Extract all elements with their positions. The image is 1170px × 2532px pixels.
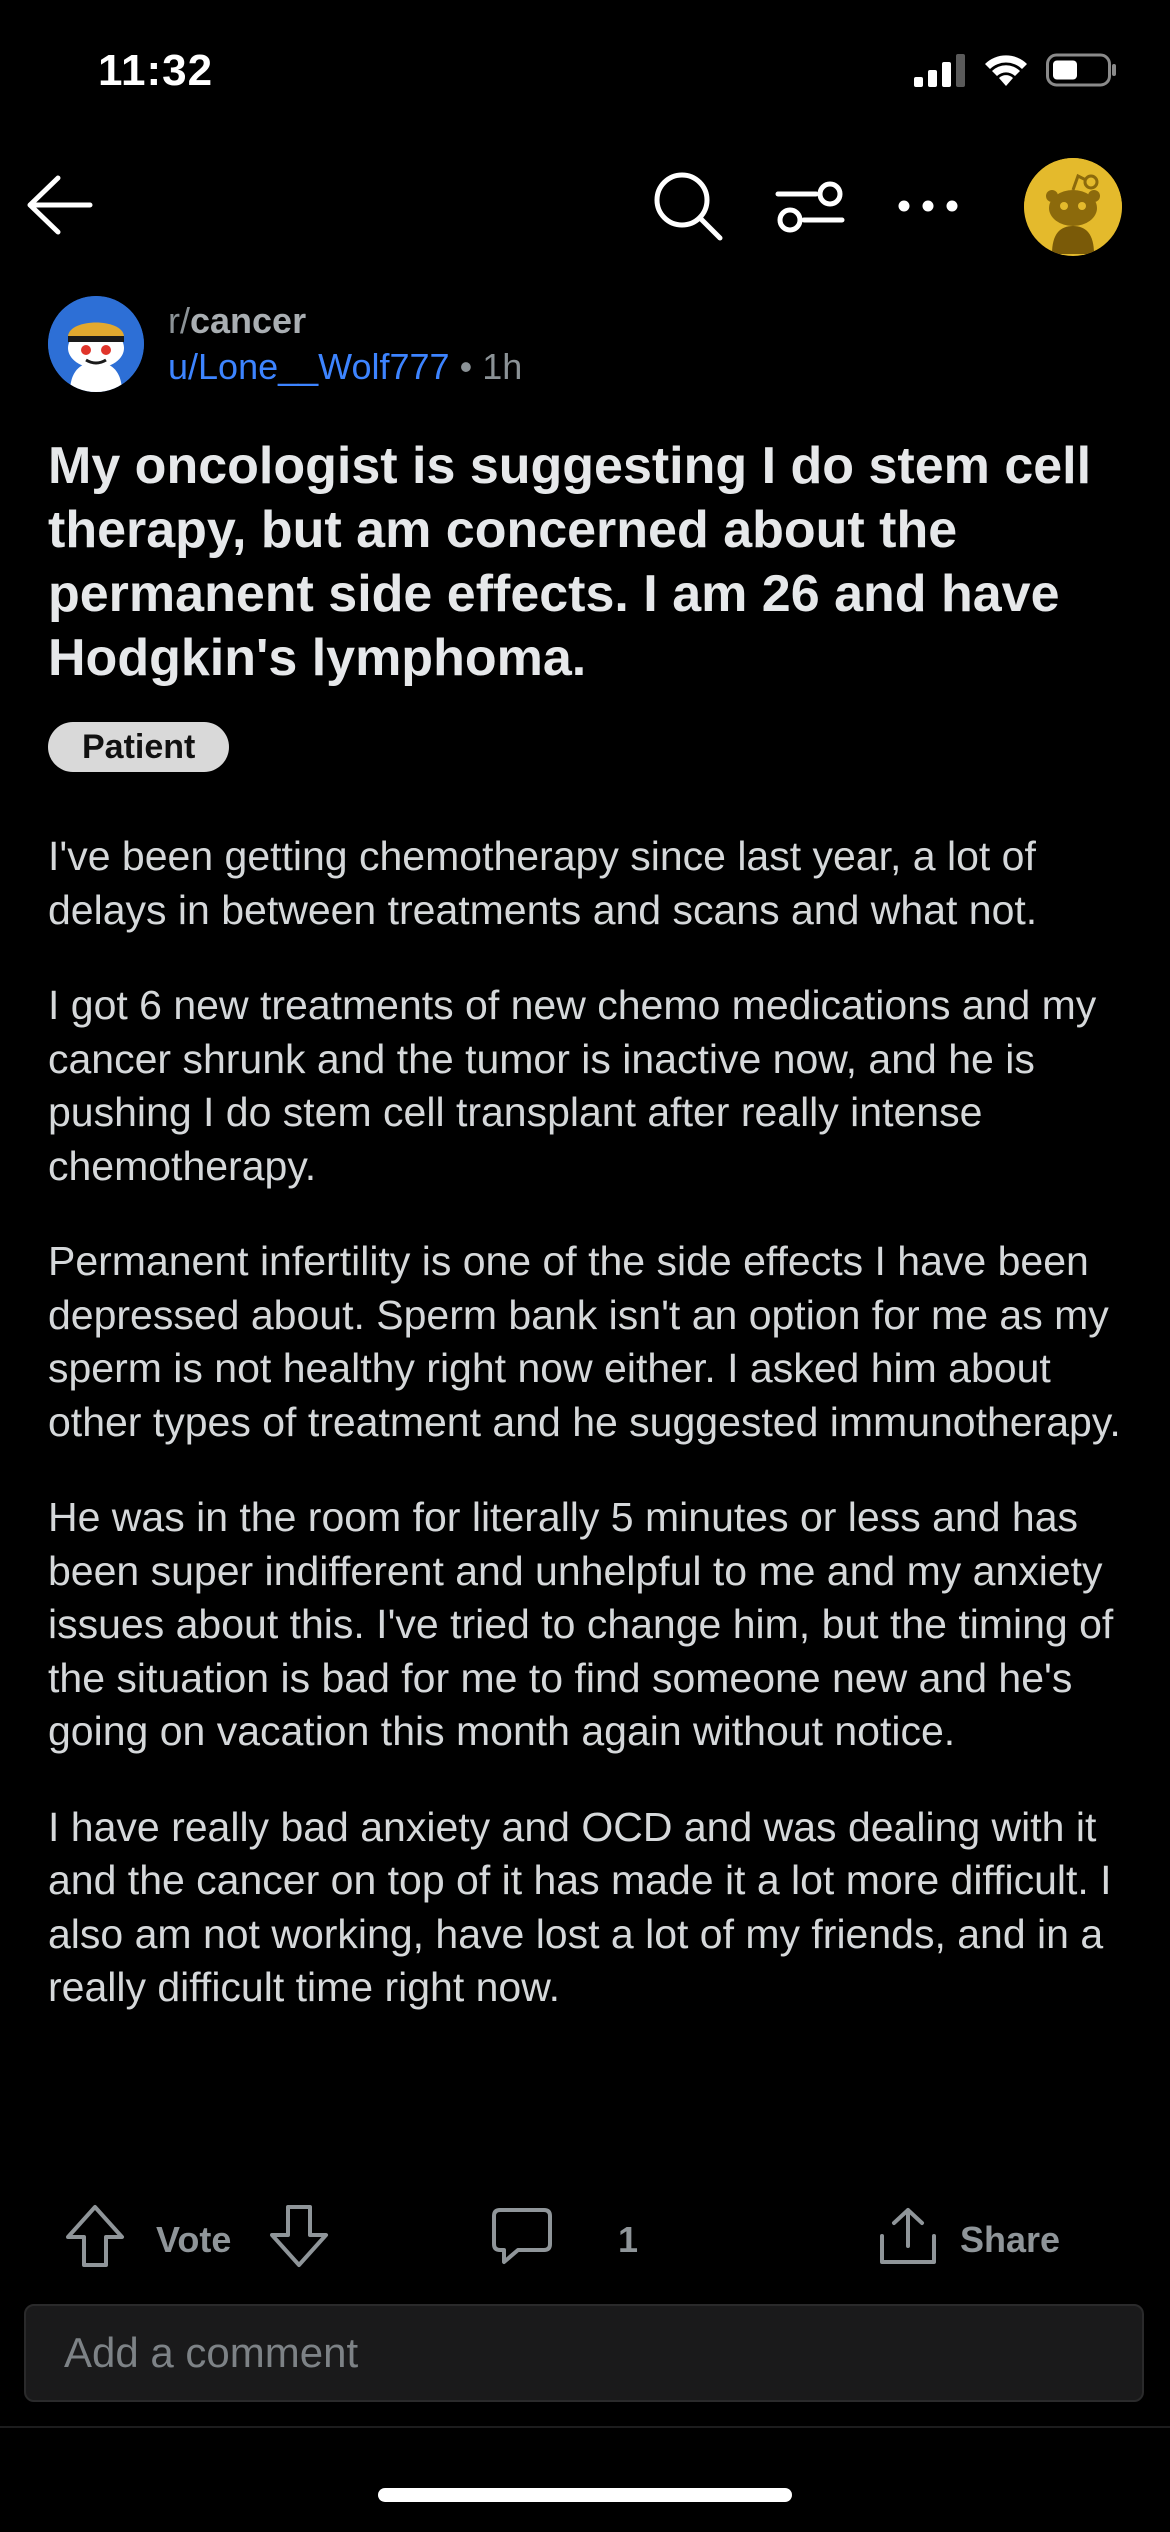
divider (0, 2426, 1170, 2428)
post-body: I've been getting chemotherapy since las… (48, 830, 1128, 2057)
downvote-button[interactable] (268, 2200, 330, 2280)
post-flair[interactable]: Patient (48, 722, 230, 772)
subreddit-label: cancer (190, 300, 307, 341)
post-title: My oncologist is suggesting I do stem ce… (48, 437, 1092, 687)
comment-count[interactable]: 1 (618, 2200, 638, 2280)
battery-icon (1046, 52, 1118, 93)
post-paragraph: I've been getting chemotherapy since las… (48, 833, 1038, 933)
post-paragraph: I have really bad anxiety and OCD and wa… (48, 1803, 1112, 2011)
snoo-avatar-icon (1024, 158, 1122, 256)
back-button[interactable] (18, 172, 98, 242)
author-link[interactable]: u/Lone__Wolf777 (168, 346, 450, 387)
post-age: 1h (482, 346, 523, 387)
comment-bubble-icon (490, 2206, 554, 2275)
post-paragraph: He was in the room for literally 5 minut… (48, 1494, 1114, 1754)
search-icon (651, 169, 725, 248)
share-icon (878, 2206, 938, 2275)
more-options-button[interactable] (888, 168, 968, 248)
more-icon (896, 196, 960, 221)
wifi-icon (982, 52, 1030, 93)
filter-icon (774, 176, 846, 241)
status-bar: 11:32 (0, 0, 1170, 150)
cellular-signal-icon (914, 53, 966, 92)
post-header: r/cancer u/Lone__Wolf777 • 1h (48, 292, 1128, 402)
meta-separator: • (459, 346, 473, 387)
share-button[interactable]: Share (878, 2200, 1060, 2280)
status-icons (914, 52, 1118, 93)
upvote-arrow-icon (64, 2203, 126, 2278)
downvote-arrow-icon (268, 2203, 330, 2278)
author-line: u/Lone__Wolf777 • 1h (168, 346, 522, 388)
vote-label: Vote (156, 2219, 232, 2260)
post-paragraph: I got 6 new treatments of new chemo medi… (48, 982, 1097, 1189)
comment-placeholder: Add a comment (64, 2329, 359, 2376)
share-label: Share (960, 2219, 1061, 2260)
post-paragraph: Permanent infertility is one of the side… (48, 1238, 1121, 1445)
user-avatar[interactable] (1024, 158, 1122, 256)
subreddit-prefix: r/ (168, 300, 190, 341)
search-button[interactable] (648, 168, 728, 248)
post-action-bar: Vote 1 Share (0, 2200, 1170, 2280)
subreddit-avatar[interactable] (48, 296, 144, 392)
comments-button[interactable] (490, 2200, 554, 2280)
filter-button[interactable] (770, 168, 850, 248)
upvote-button[interactable] (64, 2200, 126, 2280)
add-comment-input[interactable]: Add a comment (24, 2304, 1144, 2402)
status-time: 11:32 (98, 46, 214, 95)
back-arrow-icon (22, 172, 94, 243)
home-indicator[interactable] (378, 2488, 792, 2502)
top-nav-bar (0, 150, 1170, 265)
subreddit-name[interactable]: r/cancer (168, 300, 306, 342)
subreddit-snoo-icon (48, 296, 144, 392)
